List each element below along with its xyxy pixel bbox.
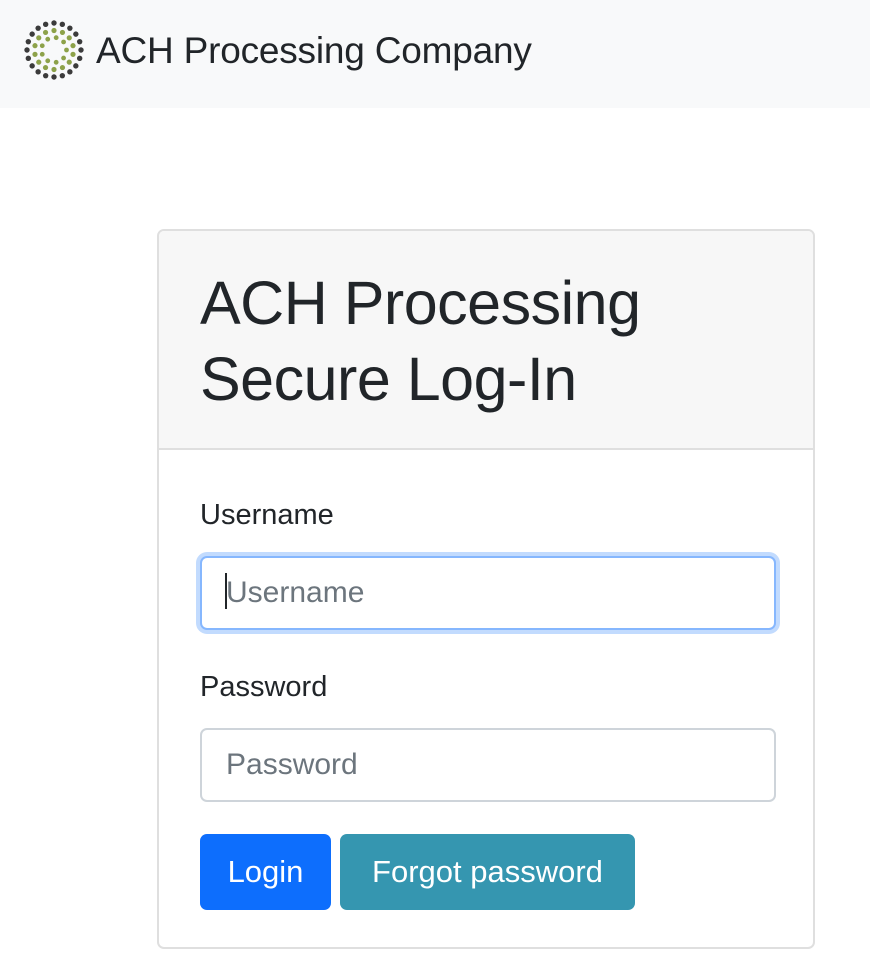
top-navbar: ACH Processing Company bbox=[0, 0, 870, 108]
login-title: ACH Processing Secure Log-In bbox=[200, 269, 641, 413]
logo-dot bbox=[51, 27, 57, 34]
logo-dot bbox=[36, 59, 42, 65]
logo-dot bbox=[51, 74, 57, 80]
logo-dot bbox=[45, 36, 51, 42]
brand-link[interactable]: ACH Processing Company bbox=[22, 18, 532, 82]
logo-dot bbox=[59, 64, 66, 71]
logo-dot bbox=[61, 55, 66, 61]
logo-dot bbox=[76, 38, 83, 45]
logo-dot bbox=[25, 55, 32, 62]
forgot-password-button[interactable]: Forgot password bbox=[340, 834, 635, 910]
logo-dot bbox=[35, 25, 41, 31]
logo-dot bbox=[61, 39, 66, 45]
logo-dot bbox=[76, 55, 83, 62]
logo-dot bbox=[42, 72, 49, 79]
logo-dot bbox=[70, 43, 76, 49]
logo-dot bbox=[66, 35, 72, 41]
logo-dot bbox=[51, 66, 57, 73]
logo-dot bbox=[78, 47, 84, 53]
logo-dot bbox=[59, 72, 66, 79]
logo-dot bbox=[59, 29, 66, 36]
logo-dot bbox=[24, 47, 30, 53]
brand-name: ACH Processing Company bbox=[96, 29, 532, 71]
logo-dot bbox=[67, 69, 73, 75]
logo-dot bbox=[64, 47, 69, 53]
text-cursor bbox=[225, 573, 227, 609]
password-input[interactable] bbox=[200, 728, 776, 802]
logo-dot bbox=[73, 31, 79, 37]
logo-dot bbox=[53, 35, 59, 41]
logo-dot bbox=[42, 64, 49, 71]
login-button[interactable]: Login bbox=[200, 834, 331, 910]
username-input[interactable] bbox=[200, 556, 776, 630]
logo-dot bbox=[39, 43, 45, 49]
logo-dot bbox=[39, 51, 45, 57]
logo-dot bbox=[51, 20, 57, 26]
logo-dot bbox=[29, 31, 35, 37]
logo-dot bbox=[67, 25, 73, 31]
logo-dot bbox=[36, 35, 42, 41]
logo-dot bbox=[32, 51, 38, 57]
logo-dot bbox=[59, 21, 66, 28]
logo-dot bbox=[66, 59, 72, 65]
login-card-header: ACH Processing Secure Log-In bbox=[159, 231, 813, 450]
logo-dot bbox=[42, 21, 49, 28]
logo-dot bbox=[73, 63, 79, 69]
password-label: Password bbox=[200, 671, 328, 703]
company-logo-icon bbox=[24, 20, 84, 80]
logo-dot bbox=[25, 38, 32, 45]
username-label: Username bbox=[200, 499, 334, 531]
logo-dot bbox=[32, 43, 38, 49]
logo-dot bbox=[35, 69, 41, 75]
login-card: ACH Processing Secure Log-In Username Pa… bbox=[157, 229, 815, 949]
logo-dot bbox=[29, 63, 35, 69]
logo-dot bbox=[45, 58, 51, 64]
logo-dot bbox=[70, 51, 76, 57]
logo-dot bbox=[53, 59, 59, 65]
logo-dot bbox=[42, 29, 49, 36]
